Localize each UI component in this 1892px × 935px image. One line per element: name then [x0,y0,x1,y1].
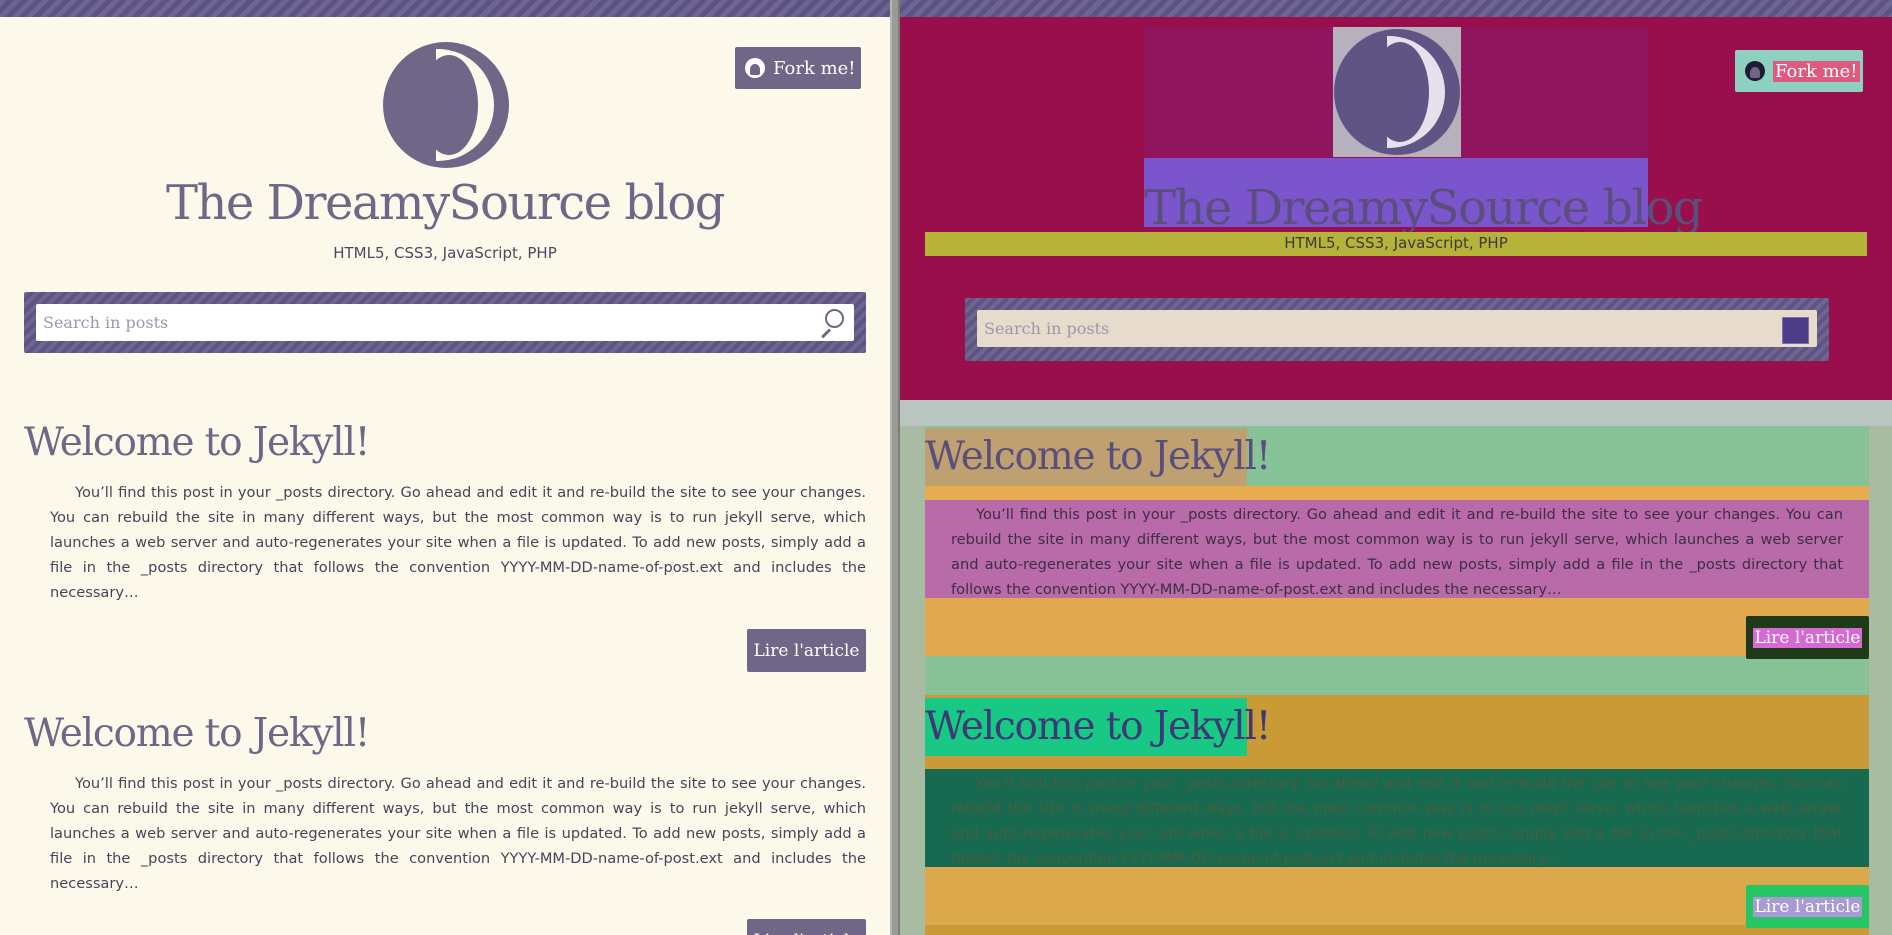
top-bar [900,0,1892,17]
site-tagline: HTML5, CSS3, JavaScript, PHP [333,244,557,262]
post-excerpt: You’ll find this post in your _posts dir… [50,775,866,892]
magnifier-icon[interactable] [818,308,846,339]
post-title[interactable]: Welcome to Jekyll! [24,420,866,465]
search-input[interactable] [36,304,854,341]
fork-me-label: Fork me! [773,57,856,79]
fork-me-button[interactable]: Fork me! [735,47,861,89]
fork-me-button[interactable]: Fork me! [1735,50,1863,92]
site-title[interactable]: The DreamySource blog [1144,180,1704,236]
post-title[interactable]: Welcome to Jekyll! [24,711,866,756]
read-more-button[interactable]: Lire l'article [747,629,866,672]
fork-me-label: Fork me! [1773,60,1860,82]
post-excerpt: You’ll find this post in your _posts dir… [951,506,1843,598]
site-tagline: HTML5, CSS3, JavaScript, PHP [1284,234,1508,252]
read-more-button[interactable]: Lire l'article [1746,885,1869,928]
read-more-button[interactable]: Lire l'article [1746,616,1869,659]
search-form [24,292,866,353]
post-excerpt: You’ll find this post in your _posts dir… [951,775,1843,867]
pane-splitter[interactable] [890,0,900,935]
read-more-button[interactable]: Lire l'article [747,919,866,935]
post-card: Welcome to Jekyll! You’ll find this post… [24,711,866,896]
top-bar [0,0,890,17]
post-card: Welcome to Jekyll! You’ll find this post… [24,420,866,605]
crescent-moon-logo[interactable] [383,42,509,168]
spacer-overlay [900,400,1892,426]
layout-debug-pane: Fork me! The DreamySource blog HTML5, CS… [900,0,1892,935]
github-icon [1745,61,1765,81]
main-overlay: Welcome to Jekyll! You’ll find this post… [925,426,1869,935]
search-input[interactable] [977,310,1817,347]
github-icon [745,58,765,78]
post-title[interactable]: Welcome to Jekyll! [925,704,1271,749]
crescent-moon-logo[interactable] [1334,29,1460,155]
magnifier-icon[interactable] [1782,317,1809,344]
blog-preview-pane: Fork me! The DreamySource blog HTML5, CS… [0,0,890,935]
site-title[interactable]: The DreamySource blog [0,175,890,231]
post-title[interactable]: Welcome to Jekyll! [925,434,1271,479]
post-excerpt: You’ll find this post in your _posts dir… [50,484,866,601]
search-form [965,298,1829,361]
